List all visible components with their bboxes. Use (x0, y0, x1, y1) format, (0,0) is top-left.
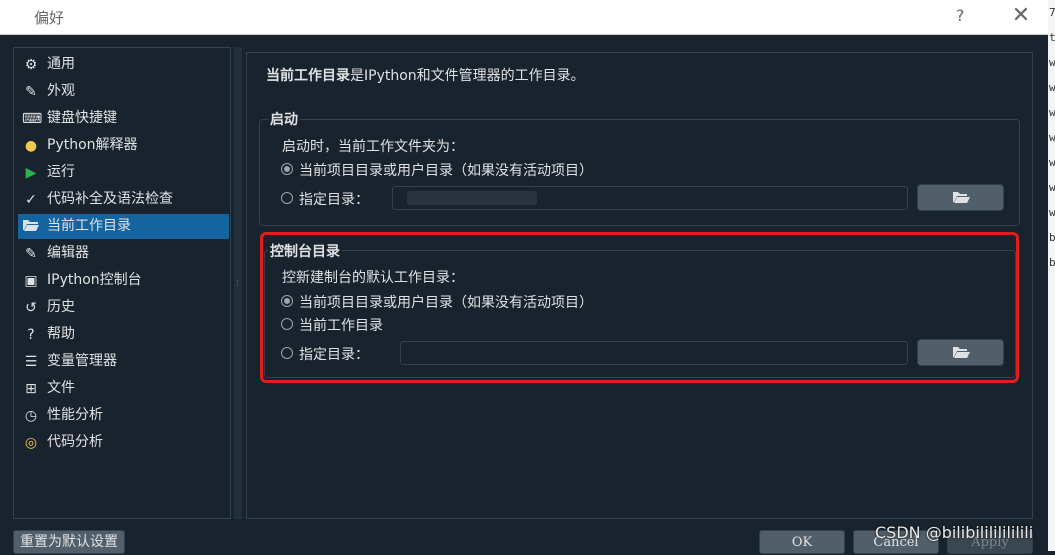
sidebar-item-variable-explorer[interactable]: ☰ 变量管理器 (18, 349, 229, 374)
background-window-edge: 7 t w w w w w w w b b (1048, 0, 1055, 551)
sidebar-item-label: 运行 (47, 164, 75, 180)
ok-button[interactable]: OK (759, 530, 845, 554)
startup-project-radio[interactable] (281, 163, 293, 175)
folder-open-icon (22, 218, 40, 236)
sidebar-item-label: 外观 (47, 83, 75, 99)
background-text: t (1049, 31, 1055, 44)
sidebar-item-ipython-console[interactable]: ▣ IPython控制台 (18, 268, 229, 293)
sidebar-item-label: 代码补全及语法检查 (47, 191, 173, 207)
history-icon: ↺ (25, 300, 37, 316)
code-check-icon: ✓ (25, 192, 37, 208)
background-text: w (1049, 106, 1055, 119)
title-bar: 偏好 ? ✕ (0, 0, 1048, 35)
background-text: w (1049, 181, 1055, 194)
background-text: 7 (1049, 6, 1055, 19)
sidebar-item-run[interactable]: ▶ 运行 (18, 160, 229, 185)
watermark: CSDN @bilibilililililili (875, 523, 1034, 542)
preferences-sidebar: ⚙ 通用 ✎ 外观 ⌨ 键盘快捷键 ● Python解释器 ▶ 运行 ✓ 代码补… (13, 47, 231, 519)
help-icon: ? (27, 327, 35, 343)
startup-prompt: 启动时，当前工作文件夹为： (282, 139, 464, 155)
sidebar-item-label: 键盘快捷键 (47, 110, 117, 126)
python-icon: ● (24, 138, 38, 154)
variable-explorer-icon: ☰ (24, 354, 38, 370)
console-icon: ▣ (24, 273, 38, 289)
code-analysis-icon: ◎ (24, 435, 38, 451)
sidebar-item-label: 帮助 (47, 326, 75, 342)
edit-icon: ✎ (25, 246, 37, 262)
file-tree-icon: ⊞ (25, 381, 37, 397)
sidebar-item-label: 变量管理器 (47, 353, 117, 369)
background-text: w (1049, 156, 1055, 169)
startup-path-input[interactable] (392, 186, 908, 210)
highlight-annotation (260, 232, 1019, 383)
startup-specified-radio[interactable] (281, 192, 293, 204)
sidebar-item-label: 当前工作目录 (47, 218, 131, 234)
window-title: 偏好 (34, 9, 65, 27)
sidebar-item-label: 代码分析 (47, 434, 103, 450)
page-description-text: 是IPython和文件管理器的工作目录。 (350, 68, 585, 84)
sidebar-item-appearance[interactable]: ✎ 外观 (18, 79, 229, 104)
gear-icon: ⚙ (24, 57, 38, 73)
sidebar-splitter[interactable]: ⁞ (234, 47, 242, 519)
sidebar-item-label: 历史 (47, 299, 75, 315)
sidebar-item-shortcuts[interactable]: ⌨ 键盘快捷键 (18, 106, 229, 131)
keyboard-icon: ⌨ (22, 111, 43, 127)
background-text: b (1049, 256, 1055, 269)
sidebar-item-label: IPython控制台 (47, 272, 142, 288)
background-text: w (1049, 206, 1055, 219)
sidebar-item-history[interactable]: ↺ 历史 (18, 295, 229, 320)
help-button[interactable]: ? (956, 6, 965, 25)
close-button[interactable]: ✕ (1010, 3, 1032, 29)
startup-specified-label[interactable]: 指定目录： (299, 189, 369, 209)
background-text: w (1049, 131, 1055, 144)
startup-project-label[interactable]: 当前项目目录或用户目录（如果没有活动项目） (299, 160, 593, 180)
redacted-path (407, 191, 537, 205)
sidebar-item-label: 文件 (47, 380, 75, 396)
sidebar-item-help[interactable]: ? 帮助 (18, 322, 229, 347)
splitter-grip: ⁞ (236, 279, 239, 289)
background-text: b (1049, 231, 1055, 244)
sidebar-item-general[interactable]: ⚙ 通用 (18, 52, 229, 77)
reset-defaults-button[interactable]: 重置为默认设置 (13, 530, 125, 554)
profiler-icon: ◷ (24, 408, 38, 424)
startup-group-title: 启动 (268, 109, 300, 129)
sidebar-item-label: 性能分析 (47, 407, 103, 423)
sidebar-item-code-analysis[interactable]: ◎ 代码分析 (18, 430, 229, 455)
background-text: w (1049, 56, 1055, 69)
sidebar-item-python-interpreter[interactable]: ● Python解释器 (18, 133, 229, 158)
sidebar-item-files[interactable]: ⊞ 文件 (18, 376, 229, 401)
sidebar-item-working-directory[interactable]: 当前工作目录 (18, 214, 229, 239)
startup-browse-button[interactable] (917, 184, 1004, 211)
page-description: 当前工作目录是IPython和文件管理器的工作目录。 (266, 65, 585, 85)
sidebar-item-editor[interactable]: ✎ 编辑器 (18, 241, 229, 266)
page-description-bold: 当前工作目录 (266, 68, 350, 84)
color-picker-icon: ✎ (25, 84, 37, 100)
sidebar-item-profiler[interactable]: ◷ 性能分析 (18, 403, 229, 428)
play-icon: ▶ (25, 165, 37, 181)
sidebar-item-completion-linting[interactable]: ✓ 代码补全及语法检查 (18, 187, 229, 212)
folder-open-icon (953, 192, 970, 203)
background-text: w (1049, 81, 1055, 94)
sidebar-item-label: 通用 (47, 56, 75, 72)
sidebar-item-label: 编辑器 (47, 245, 89, 261)
sidebar-item-label: Python解释器 (47, 137, 138, 153)
